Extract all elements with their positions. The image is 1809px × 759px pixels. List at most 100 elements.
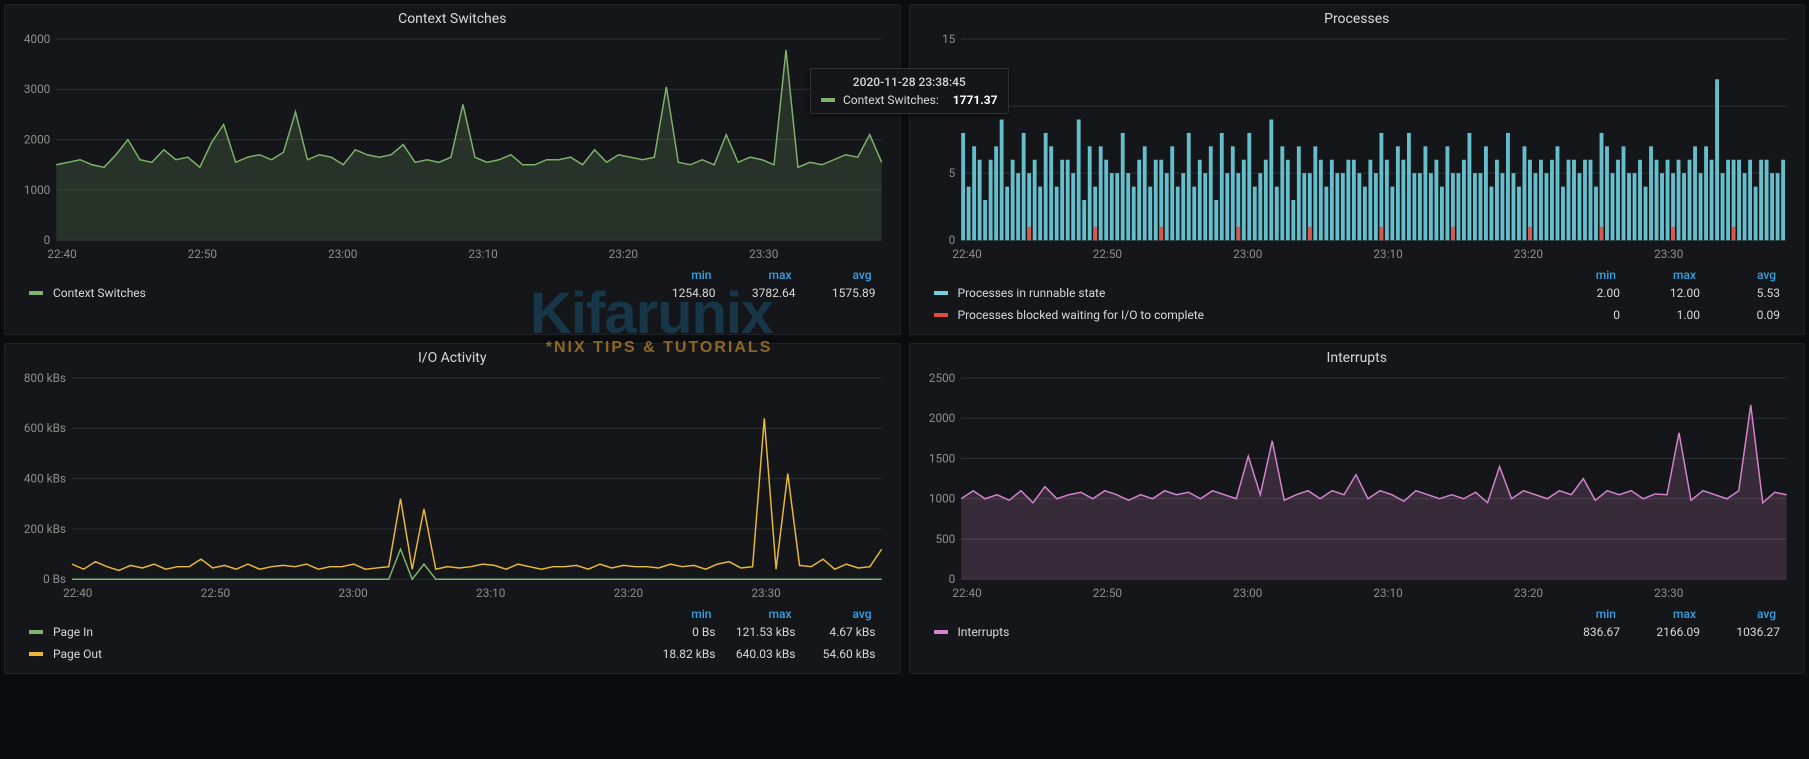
legend-label[interactable]: Context Switches [53,286,636,300]
legend-value-max: 2166.09 [1638,625,1700,639]
legend-value-avg: 4.67 kBs [814,625,876,639]
svg-text:4000: 4000 [24,32,50,46]
svg-text:23:20: 23:20 [609,247,638,261]
panel-title: Interrupts [910,344,1805,368]
legend-header-max[interactable]: max [1634,607,1696,621]
chart-context-switches[interactable]: 0100020003000400022:4022:5023:0023:1023:… [13,29,892,264]
legend-value-avg: 5.53 [1718,286,1780,300]
legend-label[interactable]: Page In [53,625,636,639]
svg-text:800 kBs: 800 kBs [24,371,66,385]
legend-value-min: 2.00 [1558,286,1620,300]
legend-header-min[interactable]: min [1554,268,1616,282]
legend-header-max[interactable]: max [1634,268,1696,282]
svg-text:23:10: 23:10 [468,247,497,261]
legend-context-switches: minmaxavgContext Switches1254.803782.641… [5,264,900,312]
svg-text:200 kBs: 200 kBs [24,522,66,536]
svg-text:22:50: 22:50 [1092,247,1121,261]
legend-row[interactable]: Interrupts836.672166.091036.27 [934,621,1781,643]
svg-text:2000: 2000 [24,133,50,147]
chart-interrupts[interactable]: 0500100015002000250022:4022:5023:0023:10… [918,368,1797,603]
svg-text:1500: 1500 [928,451,954,465]
legend-value-max: 3782.64 [734,286,796,300]
svg-text:1000: 1000 [928,492,954,506]
svg-text:23:20: 23:20 [1513,586,1542,600]
legend-header-min[interactable]: min [1554,607,1616,621]
panel-io-activity[interactable]: I/O Activity 0 Bs200 kBs400 kBs600 kBs80… [4,343,901,674]
legend-value-max: 640.03 kBs [734,647,796,661]
svg-text:22:40: 22:40 [952,247,981,261]
svg-text:22:40: 22:40 [47,247,76,261]
svg-text:23:10: 23:10 [1373,247,1402,261]
svg-text:23:00: 23:00 [338,586,367,600]
legend-header-max[interactable]: max [730,607,792,621]
legend-header-avg[interactable]: avg [810,268,872,282]
legend-label[interactable]: Page Out [53,647,636,661]
svg-text:400 kBs: 400 kBs [24,472,66,486]
svg-text:23:30: 23:30 [749,247,778,261]
svg-text:0: 0 [44,233,51,247]
legend-processes: min max avg Processes in runnable state 2.00… [910,264,1805,334]
svg-text:22:50: 22:50 [201,586,230,600]
svg-text:23:30: 23:30 [1654,586,1683,600]
svg-text:23:10: 23:10 [476,586,505,600]
svg-text:23:30: 23:30 [1654,247,1683,261]
svg-text:22:40: 22:40 [63,586,92,600]
legend-interrupts: minmaxavgInterrupts836.672166.091036.27 [910,603,1805,651]
svg-text:23:10: 23:10 [1373,586,1402,600]
legend-header-max[interactable]: max [730,268,792,282]
chart-processes[interactable]: 05101522:4022:5023:0023:1023:2023:30 [918,29,1797,264]
legend-color-swatch [934,630,948,634]
legend-value-max: 12.00 [1638,286,1700,300]
legend-color-swatch [934,313,948,317]
panel-title: I/O Activity [5,344,900,368]
legend-value-min: 18.82 kBs [654,647,716,661]
svg-text:1000: 1000 [24,183,50,197]
legend-header-min[interactable]: min [650,268,712,282]
legend-header-avg[interactable]: avg [1714,607,1776,621]
svg-text:600 kBs: 600 kBs [24,421,66,435]
svg-text:0: 0 [948,233,955,247]
svg-text:5: 5 [948,166,955,180]
svg-text:500: 500 [935,532,955,546]
svg-text:22:50: 22:50 [188,247,217,261]
legend-value-max: 121.53 kBs [734,625,796,639]
svg-text:2500: 2500 [928,371,954,385]
legend-label[interactable]: Processes in runnable state [958,286,1541,300]
svg-text:23:20: 23:20 [614,586,643,600]
panel-interrupts[interactable]: Interrupts 0500100015002000250022:4022:5… [909,343,1806,674]
svg-text:15: 15 [942,32,956,46]
legend-color-swatch [29,652,43,656]
tooltip-series-label: Context Switches: [843,93,939,107]
legend-row[interactable]: Context Switches1254.803782.641575.89 [29,282,876,304]
legend-value-avg: 1575.89 [814,286,876,300]
tooltip-swatch [821,98,835,102]
legend-label[interactable]: Interrupts [958,625,1541,639]
svg-text:23:30: 23:30 [751,586,780,600]
legend-io-activity: minmaxavgPage In0 Bs121.53 kBs4.67 kBsPa… [5,603,900,673]
legend-row[interactable]: Processes in runnable state 2.00 12.00 5.53 [934,282,1781,304]
legend-value-avg: 54.60 kBs [814,647,876,661]
legend-header-avg[interactable]: avg [1714,268,1776,282]
tooltip-value: 1771.37 [953,93,998,107]
legend-value-min: 0 [1558,308,1620,322]
legend-color-swatch [29,630,43,634]
panel-context-switches[interactable]: Context Switches 0100020003000400022:402… [4,4,901,335]
svg-text:22:40: 22:40 [952,586,981,600]
legend-label[interactable]: Processes blocked waiting for I/O to com… [958,308,1541,322]
panel-title: Processes [910,5,1805,29]
legend-value-min: 836.67 [1558,625,1620,639]
svg-text:23:20: 23:20 [1513,247,1542,261]
chart-io-activity[interactable]: 0 Bs200 kBs400 kBs600 kBs800 kBs22:4022:… [13,368,892,603]
svg-text:2000: 2000 [928,411,954,425]
svg-text:23:00: 23:00 [1233,586,1262,600]
legend-row[interactable]: Processes blocked waiting for I/O to com… [934,304,1781,326]
legend-row[interactable]: Page Out 18.82 kBs 640.03 kBs 54.60 kBs [29,643,876,665]
svg-text:22:50: 22:50 [1092,586,1121,600]
legend-row[interactable]: Page In0 Bs121.53 kBs4.67 kBs [29,621,876,643]
svg-text:23:00: 23:00 [1233,247,1262,261]
legend-color-swatch [29,291,43,295]
tooltip-timestamp: 2020-11-28 23:38:45 [821,75,998,89]
legend-header-min[interactable]: min [650,607,712,621]
legend-header-avg[interactable]: avg [810,607,872,621]
panel-processes[interactable]: Processes 05101522:4022:5023:0023:1023:2… [909,4,1806,335]
